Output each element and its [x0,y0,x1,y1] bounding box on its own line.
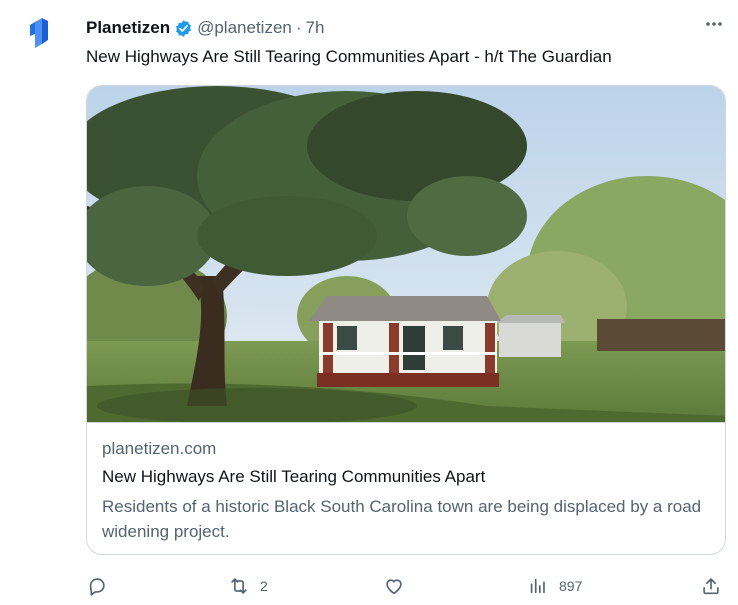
author-name[interactable]: Planetizen [86,18,170,38]
timestamp[interactable]: 7h [306,18,325,38]
retweet-button[interactable]: 2 [228,572,268,600]
views-icon [530,578,545,594]
verified-badge-icon [174,19,193,38]
card-image[interactable] [87,86,725,424]
planetizen-logo [30,18,48,48]
reply-icon [89,578,105,596]
card-description: Residents of a historic Black South Caro… [102,497,702,541]
share-button[interactable] [700,572,722,600]
avatar[interactable] [22,14,62,54]
tweet-text: New Highways Are Still Tearing Communiti… [86,47,612,66]
card-title: New Highways Are Still Tearing Communiti… [102,467,486,486]
like-icon [386,579,402,595]
action-bar: 2 897 [86,572,726,600]
author-handle[interactable]: @planetizen [197,18,292,38]
retweet-icon [231,578,247,594]
tweet-header: Planetizen @planetizen · 7h [86,17,720,39]
more-icon[interactable] [702,12,726,36]
views-count: 897 [559,578,583,594]
reply-button[interactable] [86,572,118,600]
views-button[interactable]: 897 [527,572,582,600]
card-body[interactable]: planetizen.com New Highways Are Still Te… [102,438,711,544]
separator: · [295,18,302,37]
card-domain: planetizen.com [102,439,217,458]
retweet-count: 2 [260,578,268,594]
share-icon [703,578,719,595]
like-button[interactable] [383,572,415,600]
link-card[interactable]: planetizen.com New Highways Are Still Te… [86,85,726,555]
